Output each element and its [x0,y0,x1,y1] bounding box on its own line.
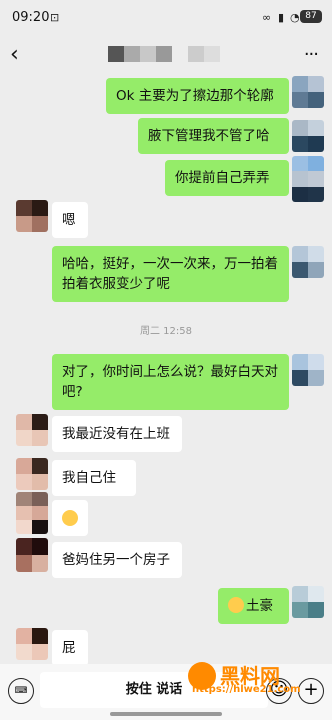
relieved-face-emoji-icon [228,597,244,613]
message-bubble-incoming[interactable]: 我最近没有在上班 [52,416,182,452]
battery-indicator: 87 [300,10,322,23]
message-bubble-incoming[interactable]: 屁 [52,630,88,666]
message-bubble-incoming[interactable]: 嗯 [52,202,88,238]
contact-avatar[interactable] [16,414,48,446]
timestamp-divider: 周二 12:58 [140,326,192,337]
chat-header: ‹ ··· [0,36,332,76]
message-bubble-outgoing[interactable]: 对了，你时间上怎么说？最好白天对吧? [52,354,289,410]
my-avatar[interactable] [292,246,324,278]
watermark-url: https://hlwe21.com [192,684,301,695]
screenshot-icon: ⊡ [50,11,60,24]
my-avatar[interactable] [292,156,324,202]
contact-avatar[interactable] [16,200,48,232]
link-icon: ∞ [262,11,272,24]
message-bubble-incoming[interactable]: 我自己住 [52,460,136,496]
message-bubble-outgoing[interactable]: 你提前自己弄弄 [165,160,289,196]
message-bubble-incoming[interactable] [52,500,88,536]
status-time: 09:20 [12,10,50,25]
my-avatar[interactable] [292,586,324,618]
contact-avatar[interactable] [16,458,48,490]
message-bubble-outgoing[interactable]: 腋下管理我不管了哈 [138,118,289,154]
my-avatar[interactable] [292,354,324,386]
keyboard-icon[interactable]: ⌨ [8,678,34,704]
flushed-face-emoji-icon [62,510,78,526]
my-avatar[interactable] [292,120,324,152]
message-bubble-incoming[interactable]: 爸妈住另一个房子 [52,542,182,578]
signal-icon: ▮ [278,11,285,24]
contact-name-redacted [108,46,220,62]
message-text: 土豪 [246,598,273,614]
message-bubble-outgoing[interactable]: 土豪 [218,588,289,624]
status-bar: 09:20 ⊡ ∞ ▮ ◔ 87 [0,0,332,36]
message-bubble-outgoing[interactable]: Ok 主要为了擦边那个轮廓 [106,78,289,114]
contact-avatar[interactable] [16,492,48,534]
contact-avatar[interactable] [16,538,48,572]
home-indicator [110,712,222,716]
watermark: 黑料网 https://hlwe21.com [188,662,318,702]
my-avatar[interactable] [292,76,324,108]
message-bubble-outgoing[interactable]: 哈哈，挺好，一次一次来，万一拍着拍着衣服变少了呢 [52,246,289,302]
back-arrow-icon[interactable]: ‹ [10,42,19,67]
more-icon[interactable]: ··· [304,44,319,65]
contact-avatar[interactable] [16,628,48,660]
wifi-icon: ◔ [290,11,300,24]
